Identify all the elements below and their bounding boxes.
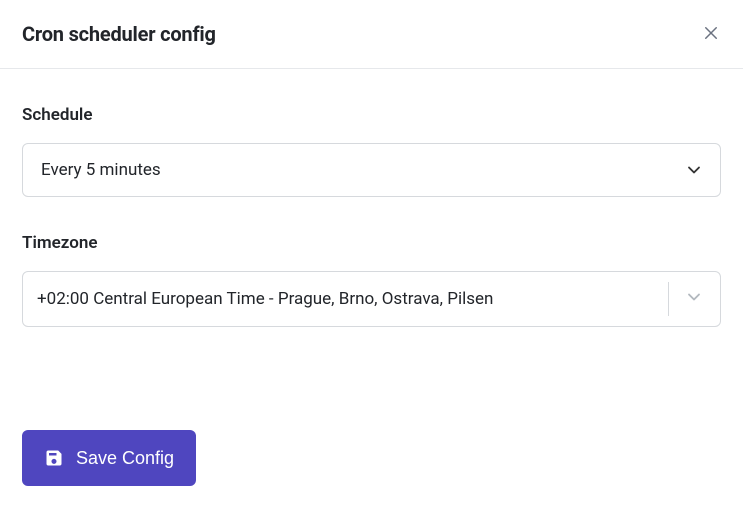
save-icon	[44, 448, 64, 468]
schedule-selected-value: Every 5 minutes	[41, 160, 161, 180]
chevron-down-icon	[684, 160, 704, 180]
save-config-button[interactable]: Save Config	[22, 430, 196, 486]
schedule-field-group: Schedule Every 5 minutes	[22, 105, 721, 197]
dialog-title: Cron scheduler config	[22, 22, 216, 46]
dialog-header: Cron scheduler config	[0, 0, 743, 69]
schedule-select[interactable]: Every 5 minutes	[22, 143, 721, 197]
timezone-selected-value: +02:00 Central European Time - Prague, B…	[23, 272, 668, 326]
chevron-down-icon	[684, 287, 704, 311]
timezone-label: Timezone	[22, 233, 721, 253]
dialog-footer: Save Config	[0, 430, 743, 526]
close-icon	[702, 24, 720, 45]
timezone-field-group: Timezone +02:00 Central European Time - …	[22, 233, 721, 327]
timezone-dropdown-toggle[interactable]	[668, 272, 720, 326]
close-button[interactable]	[699, 22, 723, 46]
timezone-select[interactable]: +02:00 Central European Time - Prague, B…	[22, 271, 721, 327]
save-button-label: Save Config	[76, 448, 174, 469]
schedule-label: Schedule	[22, 105, 721, 125]
cron-config-dialog: Cron scheduler config Schedule Every 5 m…	[0, 0, 743, 526]
dialog-body: Schedule Every 5 minutes Timezone +02:00…	[0, 69, 743, 400]
